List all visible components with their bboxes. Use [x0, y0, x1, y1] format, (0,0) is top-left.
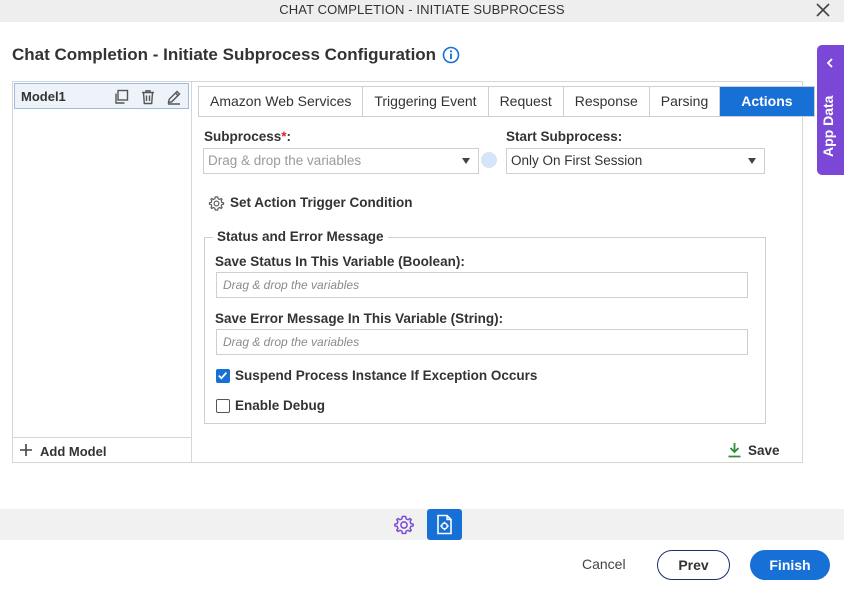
save-status-label: Save Status In This Variable (Boolean): [215, 254, 465, 269]
document-gear-icon [437, 514, 452, 535]
save-error-message-label: Save Error Message In This Variable (Str… [215, 311, 504, 326]
suspend-on-exception-label: Suspend Process Instance If Exception Oc… [235, 368, 538, 383]
prev-button[interactable]: Prev [657, 550, 730, 580]
save-label: Save [748, 443, 780, 458]
tab-triggering-event[interactable]: Triggering Event [363, 87, 489, 116]
finish-button[interactable]: Finish [750, 550, 830, 580]
model-list-pane: Model1 Add Model [12, 81, 192, 463]
save-status-input[interactable]: Drag & drop the variables [216, 272, 748, 298]
start-subprocess-label: Start Subprocess: [506, 129, 623, 144]
tab-actions[interactable]: Actions [720, 87, 814, 116]
enable-debug-label: Enable Debug [235, 398, 326, 413]
tab-response[interactable]: Response [563, 87, 650, 116]
checkbox-checked-icon[interactable] [216, 369, 230, 383]
chevron-down-icon [462, 158, 470, 164]
start-subprocess-select[interactable]: Only On First Session [506, 148, 765, 174]
settings-gear-icon[interactable] [393, 514, 415, 536]
document-settings-button[interactable] [427, 509, 462, 540]
gear-icon [208, 196, 225, 211]
edit-icon[interactable] [166, 89, 182, 105]
tab-amazon-web-services[interactable]: Amazon Web Services [199, 87, 364, 116]
close-icon[interactable] [814, 1, 832, 19]
app-data-label: App Data [820, 95, 836, 157]
subprocess-label: Subprocess*: [204, 129, 292, 144]
model-list-item[interactable]: Model1 [14, 83, 189, 109]
add-model-button[interactable]: Add Model [12, 437, 191, 463]
status-and-error-legend: Status and Error Message [213, 229, 388, 244]
info-icon[interactable] [442, 46, 460, 64]
status-and-error-group: Status and Error Message Save Status In … [204, 229, 766, 424]
page-title: Chat Completion - Initiate Subprocess Co… [12, 45, 437, 64]
settings-pane: Amazon Web Services Triggering Event Req… [193, 82, 815, 462]
variable-picker-icon[interactable] [481, 152, 497, 168]
copy-icon[interactable] [113, 89, 129, 105]
plus-icon [20, 444, 32, 456]
download-icon [728, 443, 741, 458]
model-item-label: Model1 [21, 89, 66, 104]
chevron-down-icon [748, 158, 756, 164]
tab-bar: Amazon Web Services Triggering Event Req… [198, 86, 815, 117]
subprocess-placeholder: Drag & drop the variables [208, 153, 362, 168]
app-data-panel-toggle[interactable]: App Data [817, 45, 844, 175]
start-subprocess-value: Only On First Session [511, 153, 643, 168]
save-error-message-input[interactable]: Drag & drop the variables [216, 329, 748, 355]
set-action-trigger-condition-label: Set Action Trigger Condition [230, 195, 413, 210]
checkbox-unchecked-icon[interactable] [216, 399, 230, 413]
tab-request[interactable]: Request [488, 87, 564, 116]
cancel-button[interactable]: Cancel [582, 556, 626, 572]
trash-icon[interactable] [140, 89, 156, 105]
bottom-toolbar [0, 509, 844, 540]
subprocess-select[interactable]: Drag & drop the variables [203, 148, 479, 174]
add-model-label: Add Model [40, 444, 107, 459]
tab-parsing[interactable]: Parsing [649, 87, 721, 116]
window-titlebar: CHAT COMPLETION - INITIATE SUBPROCESS [0, 0, 844, 22]
window-title: CHAT COMPLETION - INITIATE SUBPROCESS [279, 2, 565, 17]
